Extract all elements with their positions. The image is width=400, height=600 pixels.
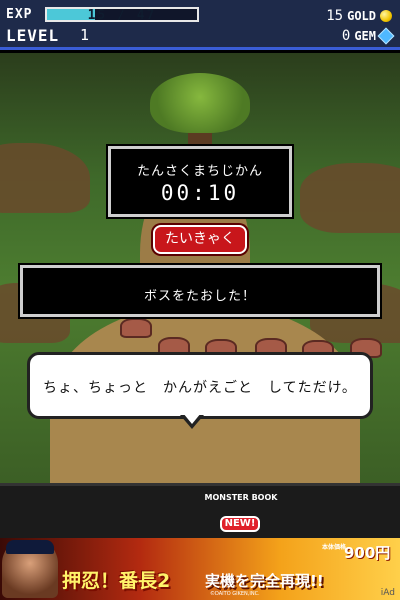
coin-icon xyxy=(380,10,392,22)
ad-banner[interactable]: 押忍！番長2 本体価格 900円 実機を完全再現!! ©DAITO GIKEN,… xyxy=(0,538,400,600)
exp-value: 15 / 47 xyxy=(87,8,157,23)
status-hud: EXP 15 / 47 LEVEL 1 15 GOLD 0 GEM xyxy=(0,0,400,50)
monster-book-label: MONSTER BOOK xyxy=(204,493,278,502)
retreat-button[interactable]: たいきゃく xyxy=(153,225,247,254)
cliff-right xyxy=(300,163,400,233)
ad-character-cap xyxy=(6,540,54,554)
battle-message-text: ボスをたおした！ xyxy=(143,289,256,304)
gem-value: 0 xyxy=(341,28,351,44)
level-value: 1 xyxy=(80,26,90,44)
level-label: LEVEL xyxy=(6,26,60,45)
exp-label: EXP xyxy=(6,7,33,22)
exploration-timer-panel: たんさくまちじかん 00:10 xyxy=(108,146,292,217)
speech-text: ちょ、ちょっと かんがえごと してただけ。 xyxy=(43,380,357,396)
new-badge: NEW! xyxy=(220,516,260,532)
iad-label: iAd xyxy=(380,588,395,598)
battle-message-panel: ボスをたおした！ xyxy=(20,265,380,317)
ad-tagline: 実機を完全再現!! xyxy=(205,572,324,590)
speech-bubble-tail-fill xyxy=(183,413,201,424)
gem-unit: GEM xyxy=(354,29,376,43)
monster-sprite xyxy=(120,318,152,338)
timer-title: たんさくまちじかん xyxy=(136,164,263,179)
gold-unit: GOLD xyxy=(347,9,376,23)
ad-title: 押忍！番長2 xyxy=(62,570,171,592)
ad-copyright: ©DAITO GIKEN,INC. xyxy=(210,591,260,597)
cliff-left xyxy=(0,143,90,213)
monster-book-button[interactable]: MONSTER BOOK NEW! xyxy=(196,489,286,539)
exp-bar: 15 / 47 xyxy=(45,7,199,23)
diamond-icon xyxy=(377,27,395,45)
ad-price: 900円 xyxy=(344,544,391,562)
timer-value: 00:10 xyxy=(160,181,240,205)
gold-value: 15 xyxy=(326,8,344,24)
gem-counter: 0 GEM xyxy=(341,27,395,45)
tree-crown xyxy=(150,73,250,133)
bottom-menu-bar: MONSTER BOOK NEW! xyxy=(0,483,400,538)
speech-bubble: ちょ、ちょっと かんがえごと してただけ。 xyxy=(27,352,373,419)
gold-counter: 15 GOLD xyxy=(326,8,392,24)
